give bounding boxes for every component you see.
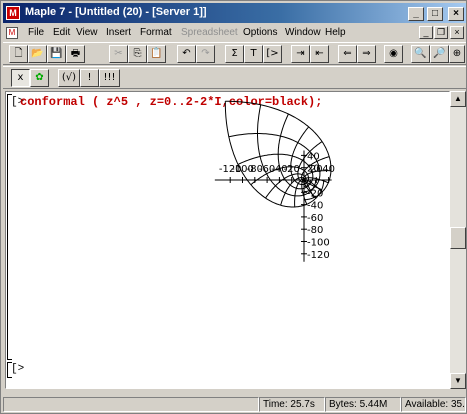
- x-tick-label: 40: [322, 164, 335, 175]
- outdent-icon[interactable]: ⇤: [310, 45, 329, 63]
- tick-labels: -120-100-80-60-40-20 20 404020-20-40-60-80…: [219, 151, 335, 260]
- menu-edit[interactable]: Edit: [53, 27, 70, 38]
- indent-icon[interactable]: ⇥: [291, 45, 310, 63]
- scroll-down-button[interactable]: ▼: [450, 373, 466, 389]
- status-bar: Time: 25.7s Bytes: 5.44M Available: 35.6…: [3, 396, 466, 413]
- status-available: Available: 35.6M: [401, 397, 466, 412]
- save-icon[interactable]: 💾: [47, 45, 66, 63]
- new-file-icon[interactable]: 🗋: [9, 45, 28, 63]
- menu-help[interactable]: Help: [325, 27, 346, 38]
- maple-app-icon[interactable]: M: [6, 6, 20, 20]
- y-tick-label: -100: [307, 238, 330, 249]
- doc-restore-button[interactable]: ❐: [434, 26, 448, 39]
- zoom-in-icon[interactable]: 🔍: [411, 45, 430, 63]
- maximize-button[interactable]: □: [427, 7, 443, 21]
- y-tick-label: -120: [307, 250, 330, 261]
- worksheet[interactable]: [> conformal ( z^5 , z=0..2-2*I,color=bl…: [5, 91, 450, 389]
- scroll-thumb[interactable]: [450, 227, 466, 249]
- zoom-fit-icon[interactable]: ⊕: [449, 45, 465, 63]
- close-button[interactable]: ×: [448, 7, 464, 21]
- menu-file[interactable]: File: [28, 27, 44, 38]
- menu-insert[interactable]: Insert: [106, 27, 131, 38]
- cut-icon[interactable]: ✂: [109, 45, 128, 63]
- back-icon[interactable]: ⇐: [338, 45, 357, 63]
- open-file-icon[interactable]: 📂: [28, 45, 47, 63]
- undo-icon[interactable]: ↶: [177, 45, 196, 63]
- text-mode-icon[interactable]: x: [11, 69, 30, 87]
- triple-exclamation-icon[interactable]: !!!: [99, 69, 120, 87]
- y-tick-label: -40: [307, 201, 323, 212]
- copy-icon[interactable]: ⎘: [128, 45, 147, 63]
- redo-icon[interactable]: ↷: [196, 45, 215, 63]
- empty-prompt[interactable]: [>: [11, 363, 24, 375]
- sigma-icon[interactable]: Σ: [225, 45, 244, 63]
- menu-view[interactable]: View: [76, 27, 98, 38]
- vertical-scrollbar[interactable]: ▲ ▼: [450, 91, 466, 389]
- window-title: Maple 7 - [Untitled (20) - [Server 1]]: [25, 6, 207, 18]
- menu-spreadsheet[interactable]: Spreadsheet: [181, 27, 238, 38]
- x-tick-label: -20: [284, 164, 300, 175]
- title-bar[interactable]: M Maple 7 - [Untitled (20) - [Server 1]]…: [3, 3, 466, 23]
- stop-icon[interactable]: ◉: [384, 45, 403, 63]
- paste-icon[interactable]: 📋: [147, 45, 166, 63]
- y-tick-label: 20: [307, 164, 320, 175]
- menu-format[interactable]: Format: [140, 27, 172, 38]
- status-message: [3, 397, 259, 412]
- scroll-up-button[interactable]: ▲: [450, 91, 466, 107]
- maple-leaf-icon[interactable]: ✿: [30, 69, 49, 87]
- document-icon[interactable]: M: [6, 27, 18, 39]
- doc-close-button[interactable]: ×: [450, 26, 464, 39]
- y-tick-label: -80: [307, 225, 323, 236]
- context-toolbar: x ✿ (√) ! !!!: [3, 66, 466, 89]
- menu-window[interactable]: Window: [285, 27, 321, 38]
- conformal-plot[interactable]: -120-100-80-60-40-20 20 404020-20-40-60-80…: [6, 92, 449, 362]
- sqrt-icon[interactable]: (√): [58, 69, 80, 87]
- status-time: Time: 25.7s: [259, 397, 325, 412]
- print-icon[interactable]: 🖶: [66, 45, 85, 63]
- minimize-button[interactable]: _: [408, 7, 424, 21]
- status-bytes: Bytes: 5.44M: [325, 397, 401, 412]
- main-toolbar: 🗋 📂 💾 🖶 ✂ ⎘ 📋 ↶ ↷ Σ T [> ⇥ ⇤ ⇐ ⇒ ◉ 🔍 🔎 ⊕: [3, 42, 466, 65]
- exclamation-icon[interactable]: !: [80, 69, 99, 87]
- text-icon[interactable]: T: [244, 45, 263, 63]
- maple-window: M Maple 7 - [Untitled (20) - [Server 1]]…: [0, 0, 467, 414]
- execution-group-icon[interactable]: [>: [263, 45, 282, 63]
- y-tick-label: -20: [307, 188, 323, 199]
- y-tick-label: -60: [307, 213, 323, 224]
- menu-options[interactable]: Options: [243, 27, 277, 38]
- doc-minimize-button[interactable]: _: [419, 26, 433, 39]
- y-tick-label: 40: [307, 151, 320, 162]
- forward-icon[interactable]: ⇒: [357, 45, 376, 63]
- menu-bar: M File Edit View Insert Format Spreadshe…: [3, 25, 466, 41]
- zoom-out-icon[interactable]: 🔎: [430, 45, 449, 63]
